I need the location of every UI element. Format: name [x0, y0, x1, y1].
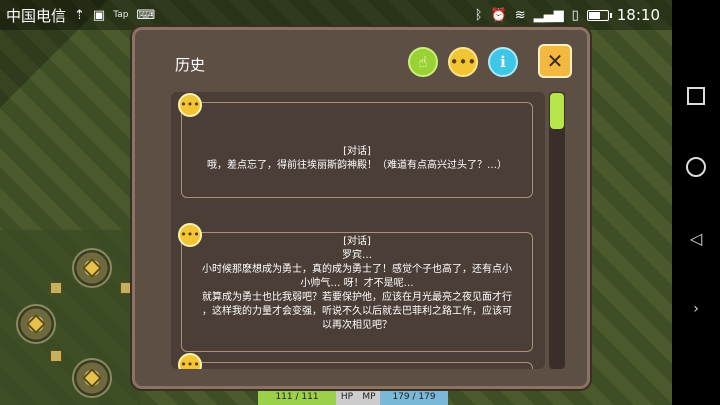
mp-value: 179 / 179	[380, 390, 448, 405]
list-item: ••• [对话] 哦，差点忘了，得前往埃丽斯韵神殿！（难道有点高兴过头了？…）	[178, 93, 533, 198]
hp-mp-bar: 111 / 111 HP MP 179 / 179	[258, 390, 448, 405]
chat-bubble-icon: •••	[178, 93, 202, 117]
square-icon	[687, 86, 705, 105]
tap-label: Tap	[113, 10, 129, 20]
scrollbar-thumb[interactable]	[550, 93, 564, 129]
entry-text-line: ，这样我的力量才会变强，听说不久以后就去巴菲利之路工作，应该可	[202, 306, 512, 317]
skill-slot[interactable]	[50, 282, 62, 294]
entry-text-line: 以再次相见吧？	[322, 320, 392, 331]
chat-filter-button[interactable]: •••	[448, 47, 478, 77]
circle-icon	[686, 156, 706, 177]
battery-icon	[586, 9, 612, 21]
close-icon: ✕	[546, 49, 564, 73]
history-list[interactable]: ••• [对话] 哦，差点忘了，得前往埃丽斯韵神殿！（难道有点高兴过头了？…） …	[171, 92, 545, 369]
chat-bubble-icon: •••	[178, 353, 202, 369]
carrier-name: 中国电信	[6, 6, 67, 25]
recent-apps-button[interactable]	[684, 84, 708, 108]
diamond-icon	[26, 314, 46, 334]
entry-text-line: 小帅气… 呀！才不是呢…	[300, 278, 414, 289]
diamond-icon	[82, 368, 102, 388]
entry-type-label: [对话]	[343, 236, 371, 247]
close-button[interactable]: ✕	[538, 44, 572, 78]
entry-text-line: 就算成为勇士也比我弱吧？若要保护他，应该在月光最亮之夜见面才行	[202, 292, 512, 303]
entry-type-label: [对话]	[343, 146, 371, 157]
wifi-icon: ≋	[514, 7, 526, 23]
diamond-icon	[82, 258, 102, 278]
dpad-down-button[interactable]	[72, 358, 112, 398]
chevron-right-icon: ›	[693, 301, 699, 318]
keyboard-icon: ⌨	[136, 7, 156, 23]
info-icon: i	[500, 53, 506, 71]
bluetooth-icon: ᛒ	[474, 7, 483, 23]
chat-bubble-icon: •••	[178, 223, 202, 247]
list-item: •••	[178, 353, 533, 369]
signal-icon: ▂▄▆	[533, 7, 564, 23]
home-button[interactable]	[684, 155, 708, 179]
skill-slot[interactable]	[50, 350, 62, 362]
clock: 18:10	[616, 6, 660, 24]
status-bar: 中国电信 ⇡ ▣ Tap ⌨ ᛒ ⏰ ≋ ▂▄▆ ▯ 18:10	[0, 0, 672, 30]
scrollbar[interactable]	[549, 92, 565, 369]
dialog-title: 历史	[175, 56, 206, 74]
hp-value: 111 / 111	[258, 390, 336, 405]
alarm-icon: ⏰	[490, 7, 507, 23]
dpad-left-button[interactable]	[16, 304, 56, 344]
mp-label: MP	[358, 390, 380, 405]
history-dialog: 历史 ☝ ••• i ✕ ••• [对话] 哦，差点忘了，得前往埃丽斯韵神殿！（…	[132, 27, 590, 389]
chat-icon: •••	[449, 53, 477, 71]
entry-speaker: 罗宾…	[342, 250, 372, 261]
info-button[interactable]: i	[488, 47, 518, 77]
hp-label: HP	[336, 390, 358, 405]
expand-button[interactable]: ›	[684, 297, 708, 321]
navigation-bar: ◁ ›	[672, 0, 720, 405]
sim-icon: ▯	[571, 7, 579, 23]
entry-text-line: 小时候那麽想成为勇士，真的成为勇士了！感觉个子也高了，还有点小	[202, 264, 512, 275]
entry-text-line: 哦，差点忘了，得前往埃丽斯韵神殿！（难道有点高兴过头了？…）	[207, 160, 507, 171]
list-item: ••• [对话] 罗宾… 小时候那麽想成为勇士，真的成为勇士了！感觉个子也高了，…	[178, 223, 533, 352]
notification-icon: ⇡	[74, 7, 85, 23]
hand-icon: ☝	[418, 53, 428, 71]
back-button[interactable]: ◁	[684, 226, 708, 250]
dpad-up-button[interactable]	[72, 248, 112, 288]
back-triangle-icon: ◁	[689, 228, 703, 248]
filter-button[interactable]: ☝	[408, 47, 438, 77]
image-icon: ▣	[92, 7, 106, 23]
skill-slot[interactable]	[120, 282, 132, 294]
